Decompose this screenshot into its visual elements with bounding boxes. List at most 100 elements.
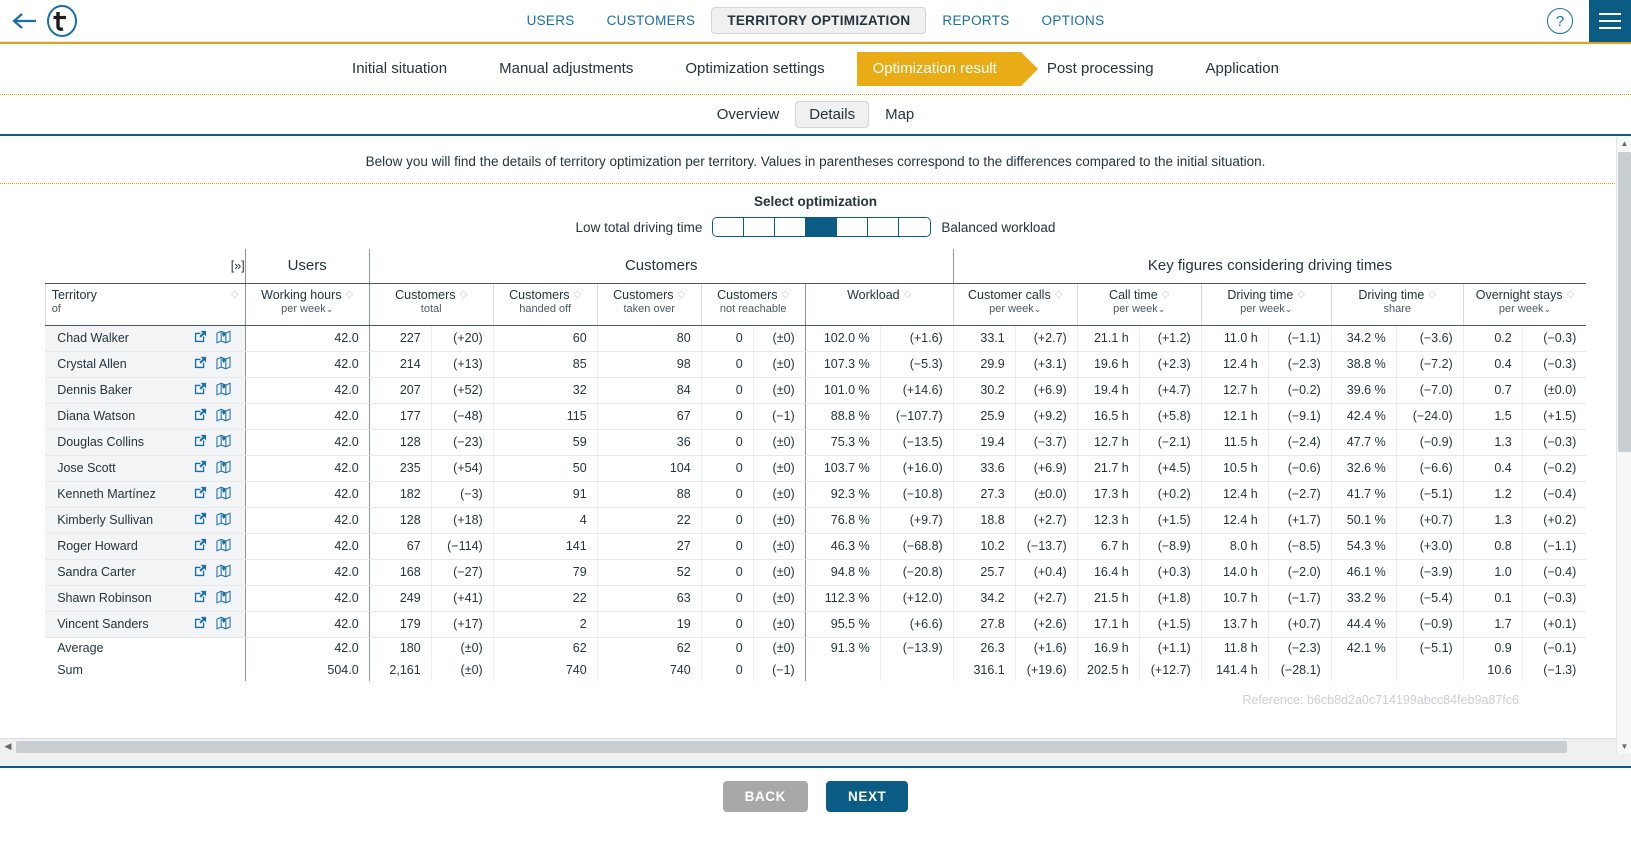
sort-icon[interactable]: ◇ [574, 288, 582, 302]
column-header-customer-calls[interactable]: Customer calls◇ per week⌄ [953, 283, 1077, 325]
column-header-driving-time-share[interactable]: Driving time◇ share [1331, 283, 1463, 325]
map-icon[interactable] [216, 330, 231, 347]
open-external-icon[interactable] [194, 460, 207, 476]
expand-columns-button[interactable]: [»] [45, 249, 245, 283]
horizontal-scrollbar[interactable]: ◀ ▶ [0, 738, 1631, 754]
map-icon[interactable] [216, 434, 231, 451]
slider-segment-1[interactable] [713, 218, 744, 236]
vertical-scrollbar[interactable]: ▲ ▼ [1616, 136, 1631, 754]
table-row[interactable]: Diana Watson42.0177(−48)115670(−1)88.8 %… [45, 403, 1586, 429]
map-icon[interactable] [216, 382, 231, 399]
cell-territory[interactable]: Roger Howard [45, 533, 245, 559]
optimization-slider[interactable] [712, 217, 931, 237]
sort-icon[interactable]: ◇ [231, 288, 239, 302]
tab-details[interactable]: Details [795, 101, 869, 128]
map-icon[interactable] [216, 512, 231, 529]
nav-item-customers[interactable]: CUSTOMERS [591, 7, 712, 34]
cell-territory[interactable]: Vincent Sanders [45, 611, 245, 637]
chevron-down-icon[interactable]: ⌄ [1034, 304, 1042, 314]
cell-territory[interactable]: Shawn Robinson [45, 585, 245, 611]
table-row[interactable]: Crystal Allen42.0214(+13)85980(±0)107.3 … [45, 351, 1586, 377]
cell-territory[interactable]: Jose Scott [45, 455, 245, 481]
open-external-icon[interactable] [194, 564, 207, 580]
sort-icon[interactable]: ◇ [1567, 288, 1575, 302]
open-external-icon[interactable] [194, 356, 207, 372]
sort-icon[interactable]: ◇ [904, 288, 912, 302]
column-header-customers-handed-off[interactable]: Customers◇ handed off [493, 283, 597, 325]
column-header-customers-not-reachable[interactable]: Customers◇ not reachable [701, 283, 805, 325]
column-header-driving-time[interactable]: Driving time◇ per week⌄ [1201, 283, 1331, 325]
open-external-icon[interactable] [194, 382, 207, 398]
map-icon[interactable] [216, 590, 231, 607]
chevron-down-icon[interactable]: ⌄ [326, 304, 334, 314]
cell-territory[interactable]: Chad Walker [45, 325, 245, 351]
slider-segment-5[interactable] [837, 218, 868, 236]
sort-icon[interactable]: ◇ [1297, 288, 1305, 302]
slider-segment-7[interactable] [899, 218, 930, 236]
table-row[interactable]: Jose Scott42.0235(+54)501040(±0)103.7 %(… [45, 455, 1586, 481]
map-icon[interactable] [216, 564, 231, 581]
open-external-icon[interactable] [194, 590, 207, 606]
table-row[interactable]: Kenneth Martínez42.0182(−3)91880(±0)92.3… [45, 481, 1586, 507]
nav-item-options[interactable]: OPTIONS [1026, 7, 1121, 34]
sort-icon[interactable]: ◇ [1055, 288, 1063, 302]
wizard-step-post-processing[interactable]: Post processing [1021, 52, 1180, 86]
open-external-icon[interactable] [194, 538, 207, 554]
sort-icon[interactable]: ◇ [1162, 288, 1170, 302]
cell-territory[interactable]: Diana Watson [45, 403, 245, 429]
wizard-step-initial-situation[interactable]: Initial situation [326, 52, 473, 86]
chevron-down-icon[interactable]: ⌄ [1544, 304, 1552, 314]
scroll-left-arrow-icon[interactable]: ◀ [0, 741, 16, 752]
back-button[interactable]: BACK [723, 781, 808, 812]
column-header-call-time[interactable]: Call time◇ per week⌄ [1077, 283, 1201, 325]
sort-icon[interactable]: ◇ [782, 288, 790, 302]
open-external-icon[interactable] [194, 434, 207, 450]
slider-segment-4[interactable] [806, 218, 837, 236]
cell-territory[interactable]: Kenneth Martínez [45, 481, 245, 507]
table-row[interactable]: Sandra Carter42.0168(−27)79520(±0)94.8 %… [45, 559, 1586, 585]
cell-territory[interactable]: Douglas Collins [45, 429, 245, 455]
table-row[interactable]: Shawn Robinson42.0249(+41)22630(±0)112.3… [45, 585, 1586, 611]
wizard-step-optimization-result[interactable]: Optimization result [857, 52, 1021, 86]
tab-map[interactable]: Map [871, 101, 928, 128]
wizard-step-application[interactable]: Application [1180, 52, 1305, 86]
cell-territory[interactable]: Sandra Carter [45, 559, 245, 585]
table-row[interactable]: Roger Howard42.067(−114)141270(±0)46.3 %… [45, 533, 1586, 559]
horizontal-scroll-thumb[interactable] [16, 741, 1567, 753]
sort-icon[interactable]: ◇ [678, 288, 686, 302]
tab-overview[interactable]: Overview [703, 101, 794, 128]
column-header-customers-taken-over[interactable]: Customers◇ taken over [597, 283, 701, 325]
vertical-scroll-thumb[interactable] [1618, 152, 1631, 452]
table-row[interactable]: Dennis Baker42.0207(+52)32840(±0)101.0 %… [45, 377, 1586, 403]
slider-segment-6[interactable] [868, 218, 899, 236]
slider-segment-3[interactable] [775, 218, 806, 236]
next-button[interactable]: NEXT [826, 781, 908, 812]
open-external-icon[interactable] [194, 512, 207, 528]
column-header-working-hours[interactable]: Working hours◇ per week⌄ [245, 283, 369, 325]
wizard-step-optimization-settings[interactable]: Optimization settings [659, 52, 850, 86]
open-external-icon[interactable] [194, 330, 207, 346]
map-icon[interactable] [216, 460, 231, 477]
sort-icon[interactable]: ◇ [346, 288, 354, 302]
cell-territory[interactable]: Kimberly Sullivan [45, 507, 245, 533]
table-row[interactable]: Kimberly Sullivan42.0128(+18)4220(±0)76.… [45, 507, 1586, 533]
chevron-down-icon[interactable]: ⌄ [1285, 304, 1293, 314]
wizard-step-manual-adjustments[interactable]: Manual adjustments [473, 52, 659, 86]
hamburger-menu-icon[interactable] [1589, 0, 1631, 42]
scroll-down-arrow-icon[interactable]: ▼ [1617, 739, 1631, 754]
map-icon[interactable] [216, 616, 231, 633]
nav-item-reports[interactable]: REPORTS [926, 7, 1025, 34]
map-icon[interactable] [216, 538, 231, 555]
nav-item-territory-optimization[interactable]: TERRITORY OPTIMIZATION [711, 7, 926, 34]
horizontal-scroll-track[interactable] [16, 739, 1615, 755]
open-external-icon[interactable] [194, 616, 207, 632]
sort-icon[interactable]: ◇ [1428, 288, 1436, 302]
column-header-overnight-stays[interactable]: Overnight stays◇ per week⌄ [1463, 283, 1586, 325]
nav-item-users[interactable]: USERS [511, 7, 591, 34]
column-header-customers-total[interactable]: Customers◇ total [369, 283, 493, 325]
sort-icon[interactable]: ◇ [460, 288, 468, 302]
help-icon[interactable]: ? [1547, 8, 1573, 34]
slider-segment-2[interactable] [744, 218, 775, 236]
column-header-workload[interactable]: Workload◇ [805, 283, 953, 325]
map-icon[interactable] [216, 486, 231, 503]
